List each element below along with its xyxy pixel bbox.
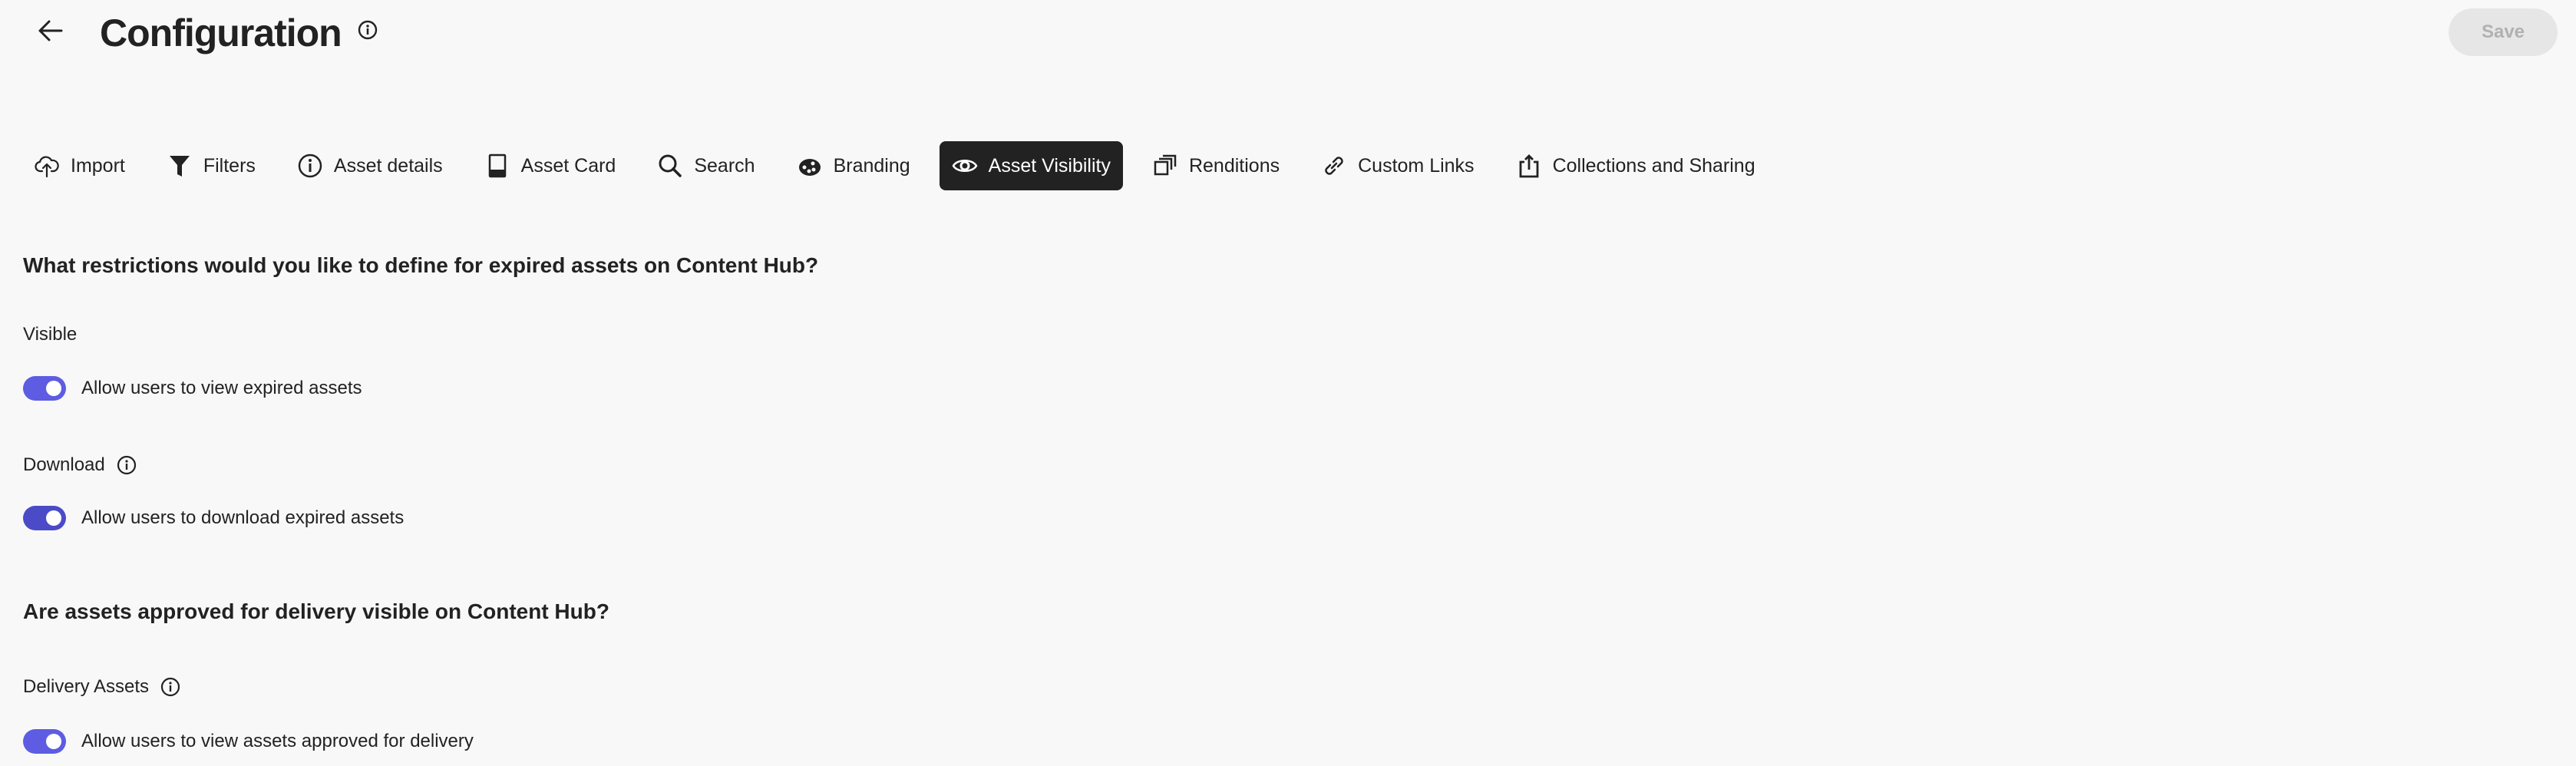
info-icon[interactable] (160, 676, 181, 698)
tab-asset-card[interactable]: Asset Card (472, 141, 629, 190)
info-icon[interactable] (116, 454, 137, 476)
info-icon[interactable] (358, 20, 378, 40)
delivery-assets-label: Delivery Assets (23, 676, 181, 698)
arrow-left-icon (38, 20, 63, 41)
info-icon (298, 154, 322, 178)
delivery-assets-toggle-row: Allow users to view assets approved for … (23, 729, 474, 754)
card-icon (488, 154, 506, 178)
save-button[interactable]: Save (2449, 8, 2558, 56)
tab-asset-visibility[interactable]: Asset Visibility (939, 141, 1123, 190)
tab-filters[interactable]: Filters (154, 141, 268, 190)
download-label-text: Download (23, 454, 105, 475)
tab-label: Search (694, 154, 755, 177)
delivery-assets-label-text: Delivery Assets (23, 676, 150, 697)
tab-label: Custom Links (1358, 154, 1475, 177)
upload-cloud-icon (35, 156, 59, 178)
tab-custom-links[interactable]: Custom Links (1309, 141, 1486, 190)
tab-renditions[interactable]: Renditions (1140, 141, 1292, 190)
expired-section-heading: What restrictions would you like to defi… (23, 253, 819, 277)
tab-label: Asset Card (520, 154, 616, 177)
tab-bar: Import Filters Asset details Asset Card … (23, 141, 1785, 190)
visible-toggle[interactable] (23, 376, 66, 401)
delivery-assets-toggle[interactable] (23, 729, 66, 754)
tab-label: Collections and Sharing (1552, 154, 1755, 177)
download-toggle-label: Allow users to download expired assets (81, 507, 405, 528)
tab-label: Asset Visibility (988, 154, 1111, 177)
tab-label: Filters (203, 154, 256, 177)
tab-import[interactable]: Import (23, 141, 137, 190)
tab-label: Import (71, 154, 125, 177)
eye-icon (952, 160, 978, 172)
download-label: Download (23, 454, 137, 476)
delivery-section-heading: Are assets approved for delivery visible… (23, 599, 609, 623)
share-icon (1519, 154, 1538, 178)
renditions-icon (1154, 154, 1177, 176)
tab-label: Renditions (1188, 154, 1280, 177)
back-button[interactable] (34, 14, 68, 48)
palette-icon (798, 159, 821, 176)
visible-toggle-row: Allow users to view expired assets (23, 376, 362, 401)
visible-label-text: Visible (23, 324, 78, 345)
visible-toggle-label: Allow users to view expired assets (81, 378, 362, 398)
tab-branding[interactable]: Branding (784, 141, 923, 190)
filter-icon (169, 156, 190, 177)
delivery-assets-toggle-label: Allow users to view assets approved for … (81, 731, 474, 751)
download-toggle-row: Allow users to download expired assets (23, 506, 404, 530)
tab-label: Branding (833, 154, 910, 177)
tab-search[interactable]: Search (645, 141, 767, 190)
page-title: Configuration (100, 12, 342, 54)
tab-collections-and-sharing[interactable]: Collections and Sharing (1504, 141, 1768, 190)
visible-label: Visible (23, 324, 77, 345)
search-icon (659, 154, 682, 177)
tab-asset-details[interactable]: Asset details (285, 141, 455, 190)
tab-label: Asset details (333, 154, 443, 177)
download-toggle[interactable] (23, 506, 66, 530)
link-icon (1325, 157, 1343, 175)
